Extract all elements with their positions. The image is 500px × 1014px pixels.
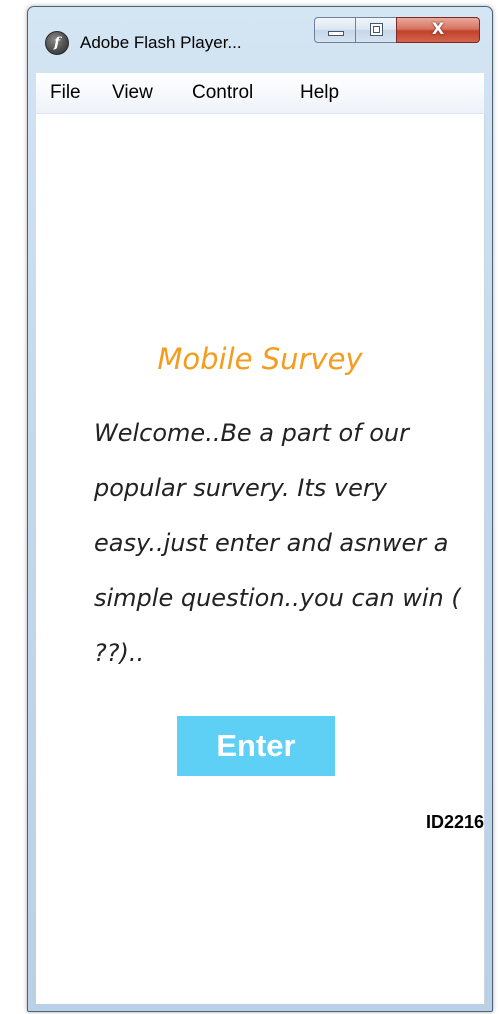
close-icon: X xyxy=(431,19,445,38)
menu-help[interactable]: Help xyxy=(300,82,339,104)
flash-player-window: f Adobe Flash Player... X File View Cont… xyxy=(27,6,493,1012)
window-title: Adobe Flash Player... xyxy=(80,33,242,52)
welcome-message: Welcome..Be a part of our popular surver… xyxy=(94,419,461,667)
maximize-button[interactable] xyxy=(355,17,397,43)
menu-control[interactable]: Control xyxy=(192,82,253,104)
survey-id-label: ID2216 xyxy=(425,812,484,832)
maximize-icon xyxy=(370,23,383,36)
adobe-flash-player-icon[interactable]: f xyxy=(45,31,69,55)
menu-bar: File View Control Help xyxy=(36,73,484,114)
menu-file[interactable]: File xyxy=(50,82,81,104)
title-bar[interactable]: f Adobe Flash Player... X xyxy=(28,7,492,71)
minimize-icon xyxy=(328,31,344,36)
menu-view[interactable]: View xyxy=(112,82,153,104)
minimize-button[interactable] xyxy=(314,17,356,43)
flash-content-area: Mobile Survey Welcome..Be a part of our … xyxy=(36,114,485,1004)
enter-button[interactable]: Enter xyxy=(177,716,335,776)
close-button[interactable]: X xyxy=(396,17,480,43)
survey-title: Mobile Survey xyxy=(157,342,363,376)
